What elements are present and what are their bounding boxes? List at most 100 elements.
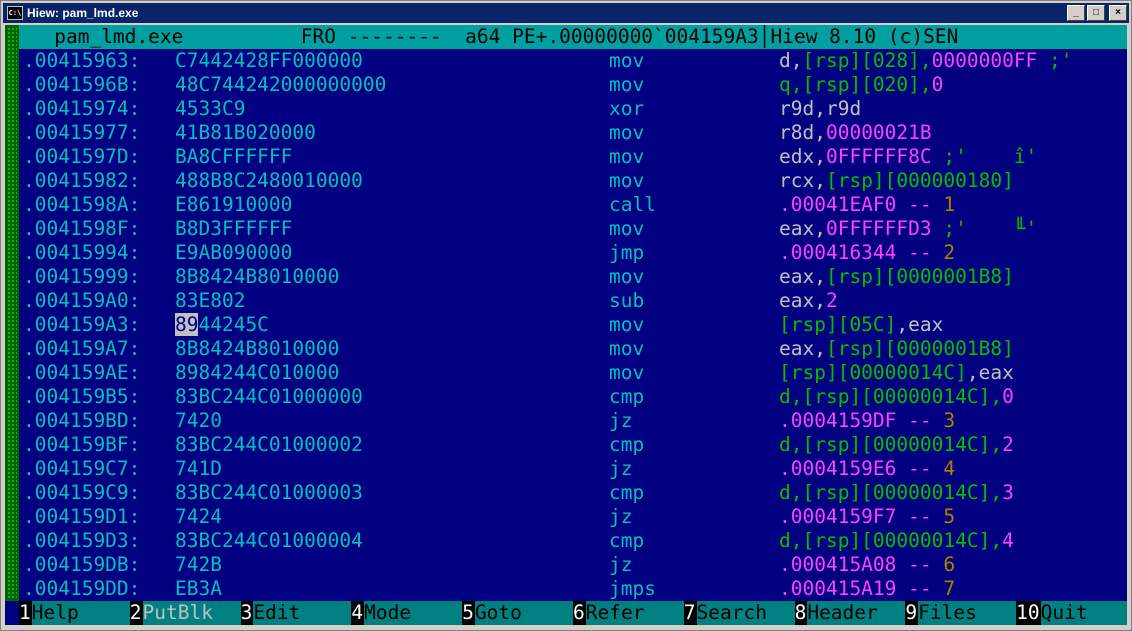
code-line[interactable]: .004159DD: EB3A jmps .000415A19 -- 7 [23,577,1127,601]
code-line[interactable]: .004159AE: 8984244C010000 mov [rsp][0000001… [23,361,1127,385]
line-hex-bytes: 4533C9 [175,97,245,121]
operand-part: 0 [1002,385,1014,408]
line-address: .004159A7: [23,337,141,360]
code-line[interactable]: .00415963: C7442428FF000000 mov d,[rsp][028… [23,49,1127,73]
code-line[interactable]: .004159D3: 83BC244C01000004 cmp d,[rsp][000… [23,529,1127,553]
code-line[interactable]: .004159BF: 83BC244C01000002 cmp d,[rsp][000… [23,433,1127,457]
fkey-help[interactable]: 1 Help [19,601,130,625]
code-line[interactable]: .0041598A: E861910000 call .00041EAF0 -- 1 [23,193,1127,217]
code-line[interactable]: .0041596B: 48C744242000000000 mov q,[rsp][0… [23,73,1127,97]
operand-part: [rsp][00000014C] [802,385,991,408]
hex-bytes-text: 8984244C010000 [175,361,340,384]
hex-bytes-text: 83BC244C01000000 [175,385,363,408]
hex-bytes-text: 741D [175,457,222,480]
line-mnemonic: mov [609,145,645,168]
close-button[interactable]: × [1109,5,1127,21]
line-address: .0041596B: [23,73,141,96]
line-mnemonic: mov [609,337,645,360]
fkey-header[interactable]: 8 Header [794,601,906,625]
line-address: .004159B5: [23,385,141,408]
line-mnemonic: mov [609,121,645,144]
line-operands: rcx,[rsp][000000180] [779,169,1014,193]
fkey-edit[interactable]: 3 Edit [240,601,352,625]
fkey-putblk[interactable]: 2 PutBlk [129,601,241,625]
hex-bytes-text: 83BC244C01000003 [175,481,363,504]
cursor-byte[interactable]: 89 [175,313,199,336]
operand-part: ;' ╙' [931,217,1038,240]
line-hex-bytes: 83BC244C01000000 [175,385,363,409]
line-mnemonic: jmp [609,241,645,264]
line-hex-bytes: EB3A [175,577,222,601]
code-line[interactable]: .004159DB: 742B jz .000415A08 -- 6 [23,553,1127,577]
line-mnemonic: cmp [609,385,645,408]
line-mnemonic: mov [609,313,645,336]
operand-part[interactable]: 4 [943,457,955,480]
code-line[interactable]: .00415974: 4533C9 xor r9d,r9d [23,97,1127,121]
operand-part: edx, [779,145,826,168]
status-address: .00000000`004159A3 [547,25,759,48]
operand-part: -- [896,241,944,264]
line-address: .004159BD: [23,409,141,432]
line-operands: .0004159DF -- 3 [779,409,955,433]
code-line[interactable]: .0041598F: B8D3FFFFFF mov eax,0FFFFFFD3 ;' … [23,217,1127,241]
code-line[interactable]: .004159C9: 83BC244C01000003 cmp d,[rsp][000… [23,481,1127,505]
operand-part: d, [779,529,803,552]
console-area[interactable]: pam_lmd.exe FRO -------- a64 PE+.0000000… [5,25,1127,625]
fkey-goto[interactable]: 5 Goto [462,601,573,625]
code-line[interactable]: .0041597D: BA8CFFFFFF mov edx,0FFFFFF8C ;' … [23,145,1127,169]
line-hex-bytes: 7420 [175,409,222,433]
code-line[interactable]: .004159B5: 83BC244C01000000 cmp d,[rsp][000… [23,385,1127,409]
operand-part: d, [779,433,803,456]
status-mode: FRO [300,25,337,48]
fkey-label: Files [918,601,1017,625]
code-line[interactable]: .004159A0: 83E802 sub eax,2 [23,289,1127,313]
operand-part: [rsp][00000014C] [779,361,967,384]
fkey-label: Goto [474,601,573,625]
hex-bytes-text: 742B [175,553,222,576]
code-line[interactable]: .004159A3: 8944245C mov [rsp][05C],eax [23,313,1127,337]
line-mnemonic: mov [609,217,645,240]
operand-part: 2 [825,289,838,312]
fkey-label: Edit [253,601,352,625]
maximize-button[interactable]: □ [1087,5,1105,21]
fkey-label: Mode [364,601,463,625]
title-bar[interactable]: C:\ Hiew: pam_lmd.exe _ □ × [3,3,1129,23]
fkey-search[interactable]: 7 Search [683,601,795,625]
operand-part: -- [896,577,944,600]
fkey-refer[interactable]: 6 Refer [572,601,684,625]
code-line[interactable]: .004159C7: 741D jz .0004159E6 -- 4 [23,457,1127,481]
operand-part[interactable]: 5 [943,505,955,528]
operand-part[interactable]: 1 [943,193,955,216]
line-mnemonic: sub [609,289,645,312]
fkey-mode[interactable]: 4 Mode [351,601,463,625]
code-line[interactable]: .00415977: 41B81B020000 mov r8d,00000021B [23,121,1127,145]
hex-bytes-text: 48C744242000000000 [175,73,387,96]
operand-part[interactable]: 7 [943,577,955,600]
line-operands: r9d,r9d [779,97,861,121]
disassembly-listing[interactable]: .00415963: C7442428FF000000 mov d,[rsp][028… [23,49,1127,601]
hex-bytes-text: E861910000 [175,193,293,216]
operand-part[interactable]: 2 [943,241,955,264]
code-line[interactable]: .004159BD: 7420 jz .0004159DF -- 3 [23,409,1127,433]
operand-part: .0004159DF [779,409,897,432]
line-mnemonic: jz [609,457,633,480]
code-line[interactable]: .004159A7: 8B8424B8010000 mov eax,[rsp][000… [23,337,1127,361]
hex-bytes-text: 83BC244C01000002 [175,433,363,456]
code-line[interactable]: .00415994: E9AB090000 jmp .000416344 -- 2 [23,241,1127,265]
operand-part[interactable]: 6 [943,553,955,576]
line-operands: .000416344 -- 2 [779,241,955,265]
operand-part[interactable]: 3 [943,409,955,432]
hex-bytes-text: E9AB090000 [175,241,293,264]
line-mnemonic: jz [609,553,633,576]
code-line[interactable]: .00415999: 8B8424B8010000 mov eax,[rsp][000… [23,265,1127,289]
fkey-files[interactable]: 9 Files [905,601,1017,625]
line-operands: .000415A08 -- 6 [779,553,955,577]
fkey-quit[interactable]: 10 Quit [1016,601,1127,625]
line-operands: .0004159F7 -- 5 [779,505,955,529]
fkey-number: 5 [462,601,474,625]
fkey-label: Header [807,601,906,625]
code-line[interactable]: .00415982: 488B8C2480010000 mov rcx,[rsp][0… [23,169,1127,193]
minimize-button[interactable]: _ [1067,5,1085,21]
line-operands: d,[rsp][028],0000000FF ;' [779,49,1073,73]
code-line[interactable]: .004159D1: 7424 jz .0004159F7 -- 5 [23,505,1127,529]
